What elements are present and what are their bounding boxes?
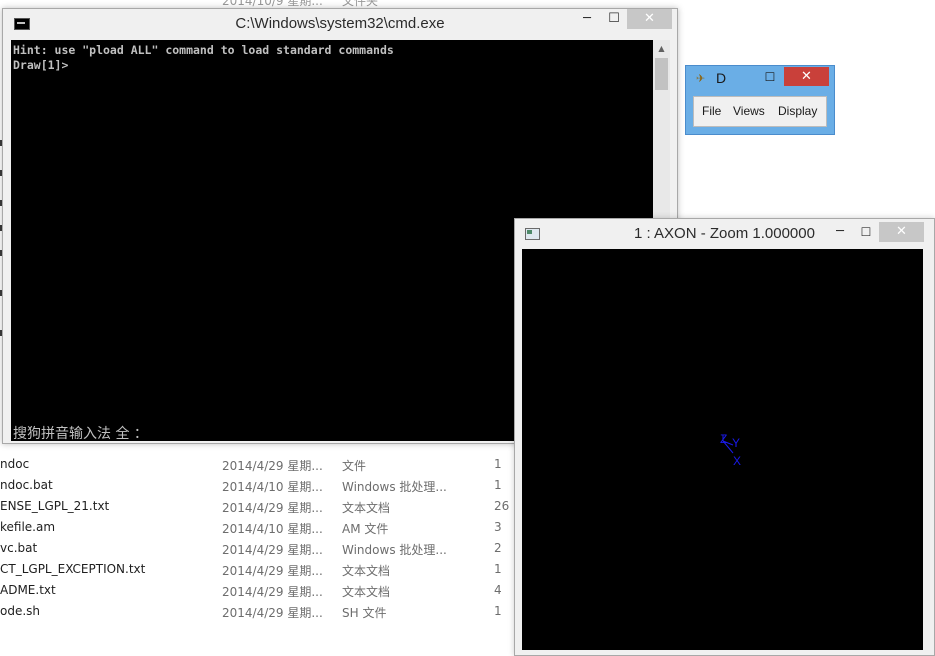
file-name: CT_LGPL_EXCEPTION.txt [0, 562, 146, 576]
file-type: Windows 批处理... [342, 543, 447, 557]
file-date: 2014/4/29 星期... [222, 543, 323, 557]
maximize-button[interactable]: ☐ [853, 222, 879, 242]
file-type: AM 文件 [342, 522, 389, 536]
file-name: ndoc.bat [0, 478, 53, 492]
file-size: 26 [494, 499, 510, 513]
menu-views[interactable]: Views [733, 104, 765, 118]
file-date: 2014/4/29 星期... [222, 459, 323, 473]
file-name: ADME.txt [0, 583, 56, 597]
menu-display[interactable]: Display [778, 104, 817, 118]
file-date: 2014/4/29 星期... [222, 606, 323, 620]
ime-status-bar: 搜狗拼音输入法 全 ： [13, 426, 148, 442]
file-name: ENSE_LGPL_21.txt [0, 499, 110, 513]
file-size: 3 [494, 520, 502, 534]
file-date: 2014/4/29 星期... [222, 585, 323, 599]
file-type: SH 文件 [342, 606, 387, 620]
console-prompt-line: Draw[1]> [13, 58, 69, 72]
file-name: vc.bat [0, 541, 38, 555]
scroll-up-arrow-icon[interactable]: ▲ [653, 40, 670, 57]
file-name: kefile.am [0, 520, 56, 534]
file-size: 1 [494, 604, 502, 618]
file-size: 1 [494, 478, 502, 492]
file-row[interactable]: ndoc 2014/4/29 星期... 文件 1 [0, 454, 520, 475]
file-size: 4 [494, 583, 502, 597]
axis-label-y: Y [732, 436, 741, 450]
file-type: 文本文档 [342, 501, 391, 515]
file-name: ndoc [0, 457, 30, 471]
file-date: 2014/4/29 星期... [222, 501, 323, 515]
axon-view-window[interactable]: 1 : AXON - Zoom 1.000000 ─ ☐ ✕ Z Y X [514, 218, 935, 656]
maximize-button[interactable]: ☐ [601, 9, 627, 29]
close-button[interactable]: ✕ [879, 222, 924, 242]
file-size: 1 [494, 457, 502, 471]
file-row[interactable]: vc.bat 2014/4/29 星期... Windows 批处理... 2 [0, 538, 520, 559]
minimize-button[interactable]: ─ [827, 222, 853, 242]
file-type: 文本文档 [342, 564, 391, 578]
d-titlebar[interactable]: ✈ D ☐ ✕ [686, 66, 834, 92]
axon-titlebar[interactable]: 1 : AXON - Zoom 1.000000 ─ ☐ ✕ [515, 219, 934, 249]
cmd-titlebar[interactable]: C:\Windows\system32\cmd.exe ─ ☐ ✕ [3, 9, 677, 40]
file-date: 2014/4/10 星期... [222, 480, 323, 494]
file-size: 2 [494, 541, 502, 555]
axis-triedron: Z Y X [719, 433, 751, 473]
file-type: 文本文档 [342, 585, 391, 599]
close-button[interactable]: ✕ [784, 67, 829, 86]
file-row[interactable]: ode.sh 2014/4/29 星期... SH 文件 1 [0, 601, 520, 622]
file-type: Windows 批处理... [342, 480, 447, 494]
d-app-icon: ✈ [696, 72, 706, 85]
file-row[interactable]: ADME.txt 2014/4/29 星期... 文本文档 4 [0, 580, 520, 601]
3d-viewport[interactable]: Z Y X [522, 249, 923, 650]
file-size: 1 [494, 562, 502, 576]
file-date: 2014/4/29 星期... [222, 564, 323, 578]
console-hint-line: Hint: use "pload ALL" command to load st… [13, 43, 394, 57]
scrollbar-thumb[interactable] [655, 58, 668, 90]
file-date: 2014/4/10 星期... [222, 522, 323, 536]
close-button[interactable]: ✕ [627, 9, 672, 29]
window-title: D [716, 70, 727, 86]
menu-file[interactable]: File [702, 104, 721, 118]
file-name: ode.sh [0, 604, 41, 618]
file-type: 文件 [342, 459, 367, 473]
file-row[interactable]: CT_LGPL_EXCEPTION.txt 2014/4/29 星期... 文本文档… [0, 559, 520, 580]
maximize-button[interactable]: ☐ [757, 68, 783, 86]
minimize-button[interactable]: ─ [574, 9, 600, 29]
d-window[interactable]: ✈ D ☐ ✕ File Views Display [685, 65, 835, 135]
file-row[interactable]: ndoc.bat 2014/4/10 星期... Windows 批处理... 1 [0, 475, 520, 496]
menu-bar: File Views Display [693, 96, 827, 127]
file-row[interactable]: kefile.am 2014/4/10 星期... AM 文件 3 [0, 517, 520, 538]
axis-label-x: X [733, 454, 742, 468]
axis-label-z: Z [720, 432, 728, 446]
file-row[interactable]: ENSE_LGPL_21.txt 2014/4/29 星期... 文本文档 26 [0, 496, 520, 517]
